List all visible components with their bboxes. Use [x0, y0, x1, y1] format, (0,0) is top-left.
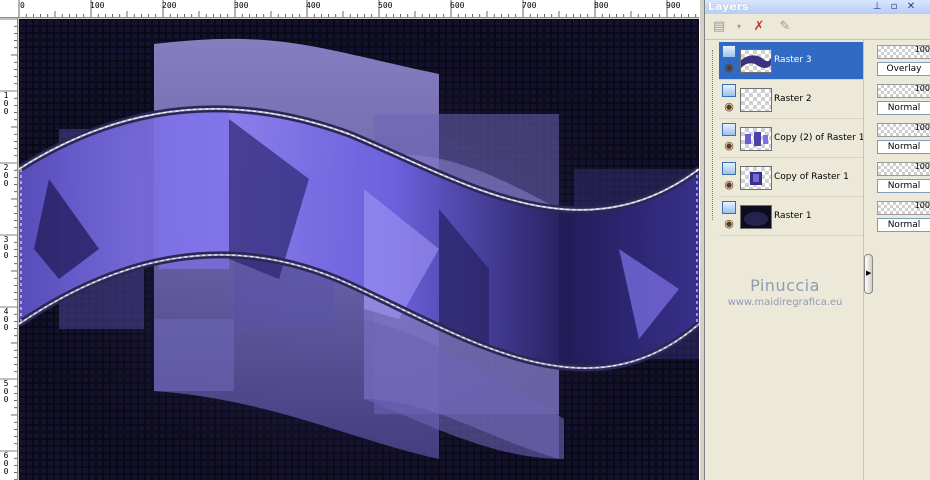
opacity-value: 100	[914, 123, 930, 132]
ruler-label: 4 0 0	[3, 307, 9, 332]
layer-name[interactable]: Copy (2) of Raster 1	[774, 133, 864, 144]
layer-thumbnail	[740, 88, 772, 112]
app-window: 0 100 200 300 400 500 600 700 800 900 1 …	[0, 0, 930, 480]
image-canvas[interactable]	[19, 19, 699, 480]
layer-properties-column: 100 Overlay 100 Normal 100 Normal 100 No…	[875, 40, 930, 480]
layer-props-raster-2: 100 Normal	[877, 81, 930, 117]
thumb-art	[750, 172, 762, 185]
layer-name[interactable]: Raster 3	[774, 55, 812, 66]
thumb-art	[741, 55, 771, 68]
layer-tree-line	[712, 50, 713, 220]
artwork	[19, 19, 699, 480]
ruler-label: 6 0 0	[3, 451, 9, 476]
ruler-label: 200	[162, 1, 177, 10]
watermark-url: www.maidiregrafica.eu	[727, 297, 843, 308]
layers-toolbar: ▤ ▾ ✗ ✎	[705, 14, 930, 40]
palette-title: Layers	[708, 0, 749, 13]
layers-palette: Layers ⊥ ▫ ✕ ▤ ▾ ✗ ✎ ◉ Raster 3 ◉ Raster…	[705, 0, 930, 480]
thumb-art	[745, 132, 768, 146]
blend-mode-select[interactable]: Normal	[877, 179, 930, 193]
blend-mode-select[interactable]: Overlay	[877, 62, 930, 76]
layer-row-raster-2[interactable]: ◉ Raster 2	[719, 81, 863, 119]
opacity-value: 100	[914, 84, 930, 93]
layer-name[interactable]: Raster 2	[774, 94, 812, 105]
layer-row-copy-raster-1[interactable]: ◉ Copy of Raster 1	[719, 159, 863, 197]
layer-name[interactable]: Raster 1	[774, 211, 812, 222]
ruler-label: 300	[234, 1, 249, 10]
ruler-label: 600	[450, 1, 465, 10]
layer-thumbnail	[740, 127, 772, 151]
watermark-name: Pinuccia	[750, 276, 820, 295]
eye-icon[interactable]: ◉	[721, 62, 737, 73]
blend-mode-select[interactable]: Normal	[877, 218, 930, 232]
raster-layer-icon	[722, 162, 736, 175]
watermark: Pinuccia www.maidiregrafica.eu	[705, 276, 865, 308]
ruler-label: 2 0 0	[3, 163, 9, 188]
opacity-slider[interactable]: 100	[877, 84, 930, 98]
chevron-right-icon: ▶	[866, 269, 872, 277]
ruler-label: 400	[306, 1, 321, 10]
ruler-label: 5 0 0	[3, 379, 9, 404]
layer-row-copy-2-raster-1[interactable]: ◉ Copy (2) of Raster 1	[719, 120, 864, 158]
opacity-slider[interactable]: 100	[877, 201, 930, 215]
vertical-ruler: 1 0 0 2 0 0 3 0 0 4 0 0 5 0 0 6 0 0	[0, 18, 18, 480]
layer-thumbnail	[740, 166, 772, 190]
layer-props-raster-3: 100 Overlay	[877, 42, 930, 78]
ruler-label: 3 0 0	[3, 235, 9, 260]
blend-mode-select[interactable]: Normal	[877, 140, 930, 154]
layer-props-copy-raster-1: 100 Normal	[877, 159, 930, 195]
eye-icon[interactable]: ◉	[721, 218, 737, 229]
ruler-label: 800	[594, 1, 609, 10]
close-icon[interactable]: ✕	[905, 1, 917, 13]
raster-layer-icon	[722, 201, 736, 214]
layer-row-raster-3[interactable]: ◉ Raster 3	[719, 42, 863, 80]
ruler-label: 700	[522, 1, 537, 10]
opacity-value: 100	[914, 201, 930, 210]
delete-layer-icon[interactable]: ✗	[749, 18, 769, 36]
pin-icon[interactable]: ⊥	[871, 1, 883, 13]
layer-props-copy-2-raster-1: 100 Normal	[877, 120, 930, 156]
eye-icon[interactable]: ◉	[721, 140, 737, 151]
restore-icon[interactable]: ▫	[888, 1, 900, 13]
eye-icon[interactable]: ◉	[721, 179, 737, 190]
ruler-label: 1 0 0	[3, 91, 9, 116]
layer-name[interactable]: Copy of Raster 1	[774, 172, 849, 183]
ruler-label: 900	[666, 1, 681, 10]
raster-layer-icon	[722, 84, 736, 97]
palette-scroll-grip[interactable]: ▶	[864, 254, 873, 294]
opacity-value: 100	[914, 162, 930, 171]
chevron-down-icon[interactable]: ▾	[729, 18, 749, 36]
layer-thumbnail	[740, 205, 772, 229]
eye-icon[interactable]: ◉	[721, 101, 737, 112]
layer-props-raster-1: 100 Normal	[877, 198, 930, 234]
thumb-art	[741, 206, 771, 228]
opacity-slider[interactable]: 100	[877, 123, 930, 137]
horizontal-ruler: 0 100 200 300 400 500 600 700 800 900	[0, 0, 702, 18]
opacity-slider[interactable]: 100	[877, 45, 930, 59]
edit-selection-icon[interactable]: ✎	[775, 18, 795, 36]
opacity-value: 100	[914, 45, 930, 54]
layer-thumbnail	[740, 49, 772, 73]
opacity-slider[interactable]: 100	[877, 162, 930, 176]
palette-titlebar[interactable]: Layers ⊥ ▫ ✕	[705, 0, 930, 14]
layer-row-raster-1[interactable]: ◉ Raster 1	[719, 198, 863, 236]
raster-layer-icon	[722, 123, 736, 136]
blend-mode-select[interactable]: Normal	[877, 101, 930, 115]
new-layer-icon[interactable]: ▤	[709, 18, 729, 36]
raster-layer-icon	[722, 45, 736, 58]
ruler-label: 500	[378, 1, 393, 10]
ruler-label: 0	[20, 1, 25, 10]
ruler-label: 100	[90, 1, 105, 10]
